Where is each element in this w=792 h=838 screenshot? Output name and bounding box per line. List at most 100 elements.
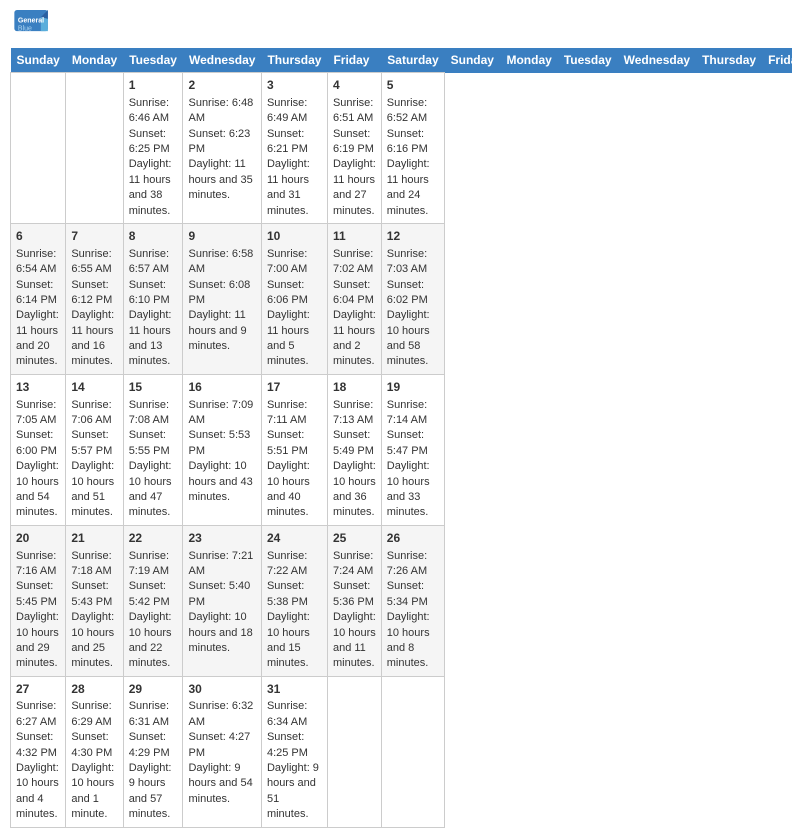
day-info: Sunset: 5:55 PM [129, 428, 178, 459]
day-info: Sunset: 4:32 PM [16, 730, 60, 761]
calendar-cell: 9Sunrise: 6:58 AMSunset: 6:08 PMDaylight… [183, 223, 261, 374]
day-info: Sunset: 4:27 PM [188, 730, 255, 761]
day-info: Daylight: 11 hours and 5 minutes. [267, 308, 322, 370]
day-info: Sunset: 5:42 PM [129, 579, 178, 610]
day-info: Daylight: 10 hours and 36 minutes. [333, 459, 376, 521]
day-info: Sunset: 6:25 PM [129, 127, 178, 158]
calendar-cell: 8Sunrise: 6:57 AMSunset: 6:10 PMDaylight… [123, 223, 183, 374]
day-info: Sunset: 6:14 PM [16, 278, 60, 309]
calendar-cell: 24Sunrise: 7:22 AMSunset: 5:38 PMDayligh… [261, 525, 327, 676]
day-number: 22 [129, 530, 178, 547]
day-number: 30 [188, 681, 255, 698]
calendar-cell: 15Sunrise: 7:08 AMSunset: 5:55 PMDayligh… [123, 374, 183, 525]
day-info: Daylight: 11 hours and 2 minutes. [333, 308, 376, 370]
day-info: Sunrise: 6:32 AM [188, 699, 255, 730]
week-row-3: 13 Sunrise: 7:05 AMSunset: 6:00 PM Dayligh… [11, 374, 792, 525]
day-info: Sunset: 6:06 PM [267, 278, 322, 309]
day-info: Daylight: 11 hours and 35 minutes. [188, 157, 255, 203]
day-info: Daylight: 10 hours and 40 minutes. [267, 459, 322, 521]
day-info: Sunrise: 7:22 AM [267, 549, 322, 580]
day-info: Sunset: 6:08 PM [188, 278, 255, 309]
day-info: Sunset: 5:53 PM [188, 428, 255, 459]
calendar-cell: 21Sunrise: 7:18 AMSunset: 5:43 PMDayligh… [66, 525, 123, 676]
day-info: Sunset: 5:57 PM [71, 428, 117, 459]
day-info: Daylight: 9 hours and 54 minutes. [188, 761, 255, 807]
day-number: 13 [16, 379, 60, 396]
day-number: 11 [333, 228, 376, 245]
day-number: 24 [267, 530, 322, 547]
day-info: Daylight: 10 hours and 25 minutes. [71, 610, 117, 672]
day-info: Sunrise: 7:18 AM [71, 549, 117, 580]
day-info: Sunrise: 6:48 AM [188, 96, 255, 127]
calendar-cell: 29Sunrise: 6:31 AMSunset: 4:29 PMDayligh… [123, 676, 183, 827]
day-header-monday: Monday [66, 48, 123, 73]
calendar-cell: 17Sunrise: 7:11 AMSunset: 5:51 PMDayligh… [261, 374, 327, 525]
day-info: Daylight: 10 hours and 58 minutes. [387, 308, 439, 370]
day-info: Sunrise: 6:58 AM [188, 247, 255, 278]
day-info: Sunrise: 7:13 AM [333, 398, 376, 429]
day-number: 5 [387, 77, 439, 94]
day-number: 14 [71, 379, 117, 396]
day-info: Sunset: 5:51 PM [267, 428, 322, 459]
day-number: 26 [387, 530, 439, 547]
calendar-cell [11, 73, 66, 224]
day-info: Sunrise: 7:08 AM [129, 398, 178, 429]
day-info: Sunrise: 7:14 AM [387, 398, 439, 429]
day-number: 19 [387, 379, 439, 396]
day-header-wednesday: Wednesday [618, 48, 696, 73]
day-header-sunday: Sunday [445, 48, 501, 73]
day-info: Sunrise: 7:24 AM [333, 549, 376, 580]
day-info: Daylight: 10 hours and 43 minutes. [188, 459, 255, 505]
day-header-thursday: Thursday [696, 48, 762, 73]
day-info: Sunrise: 7:03 AM [387, 247, 439, 278]
calendar-cell: 19Sunrise: 7:14 AMSunset: 5:47 PMDayligh… [381, 374, 444, 525]
day-info: Sunset: 5:45 PM [16, 579, 60, 610]
day-header-monday: Monday [500, 48, 557, 73]
calendar-cell: 31Sunrise: 6:34 AMSunset: 4:25 PMDayligh… [261, 676, 327, 827]
day-info: Sunrise: 6:34 AM [267, 699, 322, 730]
day-info: Sunrise: 6:55 AM [71, 247, 117, 278]
day-info: Daylight: 10 hours and 47 minutes. [129, 459, 178, 521]
day-info: Sunrise: 6:57 AM [129, 247, 178, 278]
day-info: Sunset: 6:16 PM [387, 127, 439, 158]
calendar-cell [327, 676, 381, 827]
calendar-table: SundayMondayTuesdayWednesdayThursdayFrid… [10, 48, 792, 828]
calendar-cell: 6Sunrise: 6:54 AMSunset: 6:14 PMDaylight… [11, 223, 66, 374]
day-number: 2 [188, 77, 255, 94]
calendar-cell: 28Sunrise: 6:29 AMSunset: 4:30 PMDayligh… [66, 676, 123, 827]
page-header: General Blue [10, 10, 782, 40]
day-info: Sunset: 5:40 PM [188, 579, 255, 610]
day-number: 3 [267, 77, 322, 94]
day-info: Sunrise: 7:05 AM [16, 398, 60, 429]
day-info: Sunrise: 6:27 AM [16, 699, 60, 730]
day-info: Sunset: 5:49 PM [333, 428, 376, 459]
calendar-cell: 10Sunrise: 7:00 AMSunset: 6:06 PMDayligh… [261, 223, 327, 374]
day-number: 20 [16, 530, 60, 547]
day-info: Sunset: 4:29 PM [129, 730, 178, 761]
day-info: Sunrise: 7:21 AM [188, 549, 255, 580]
day-number: 16 [188, 379, 255, 396]
day-header-sunday: Sunday [11, 48, 66, 73]
logo: General Blue [14, 10, 50, 40]
day-header-wednesday: Wednesday [183, 48, 261, 73]
logo-icon: General Blue [14, 10, 50, 40]
day-info: Daylight: 11 hours and 13 minutes. [129, 308, 178, 370]
day-number: 29 [129, 681, 178, 698]
day-info: Sunrise: 7:26 AM [387, 549, 439, 580]
day-info: Sunrise: 6:52 AM [387, 96, 439, 127]
day-info: Daylight: 10 hours and 22 minutes. [129, 610, 178, 672]
day-number: 6 [16, 228, 60, 245]
day-info: Sunset: 5:47 PM [387, 428, 439, 459]
day-info: Sunset: 6:00 PM [16, 428, 60, 459]
header-row: SundayMondayTuesdayWednesdayThursdayFrid… [11, 48, 792, 73]
day-info: Sunrise: 6:46 AM [129, 96, 178, 127]
day-info: Daylight: 9 hours and 51 minutes. [267, 761, 322, 823]
day-info: Daylight: 10 hours and 18 minutes. [188, 610, 255, 656]
calendar-cell: 14Sunrise: 7:06 AMSunset: 5:57 PMDayligh… [66, 374, 123, 525]
day-info: Sunrise: 7:09 AM [188, 398, 255, 429]
week-row-1: 1Sunrise: 6:46 AMSunset: 6:25 PMDaylight… [11, 73, 792, 224]
calendar-cell: 16 Sunrise: 7:09 AMSunset: 5:53 PMDayligh… [183, 374, 261, 525]
calendar-cell: 7Sunrise: 6:55 AMSunset: 6:12 PMDaylight… [66, 223, 123, 374]
day-info: Daylight: 9 hours and 57 minutes. [129, 761, 178, 823]
day-info: Sunset: 5:38 PM [267, 579, 322, 610]
